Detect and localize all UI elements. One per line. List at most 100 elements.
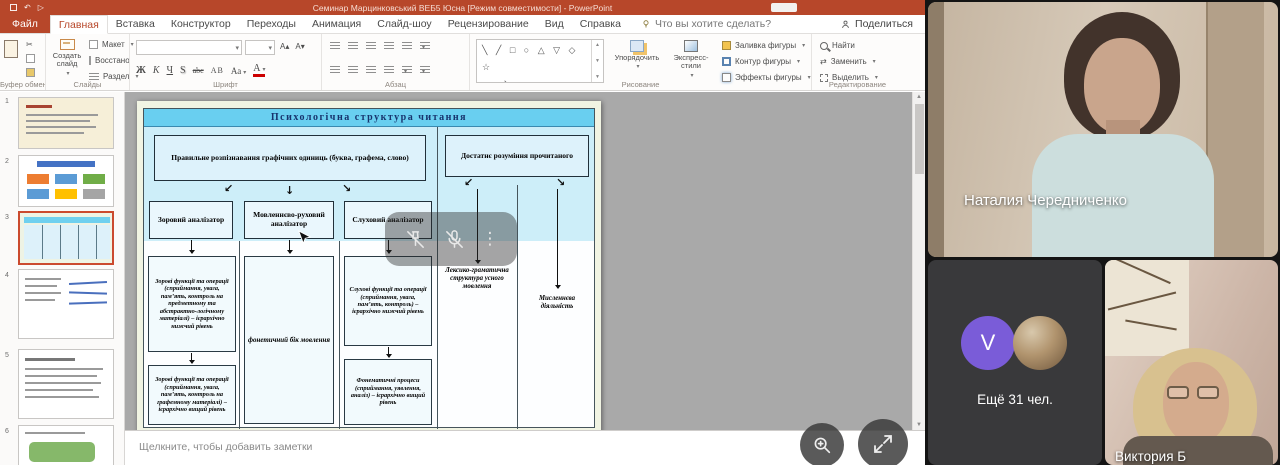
arrow-sw-icon: ↙ — [464, 177, 473, 188]
shapes-gallery[interactable]: ╲ ╱ □ ○ △ ▽ ◇ ☆ ↔ ⇄ ◦ ▸ ◂ ≡ • ▲ ▼ ▼ — [476, 39, 604, 83]
line-spacing-icon[interactable] — [402, 42, 412, 50]
slide-editor-area[interactable]: Психологічна структура читання Правильне… — [125, 92, 925, 430]
table-title: Психологічна структура читання — [144, 109, 594, 127]
video-background-door — [1206, 2, 1264, 257]
tab-help[interactable]: Справка — [572, 15, 629, 33]
slide-thumbnail-2[interactable] — [18, 155, 114, 207]
change-case-button[interactable]: Аа — [231, 66, 246, 76]
tab-file[interactable]: Файл — [0, 15, 50, 33]
column-divider — [239, 241, 240, 429]
font-size-select[interactable]: ▾ — [245, 40, 275, 55]
numbering-icon[interactable] — [348, 42, 358, 50]
participant-figure — [1163, 362, 1229, 444]
scrollbar-thumb[interactable] — [915, 104, 924, 174]
editor-column: Психологічна структура читання Правильне… — [125, 92, 925, 465]
reset-button[interactable]: Восстановить — [89, 56, 129, 65]
group-editing: Найти ⇄Заменить Выделить Редактирование — [812, 34, 903, 90]
branch-decoration — [1125, 320, 1177, 331]
grow-font-button[interactable]: А▴ — [280, 42, 289, 51]
copy-button[interactable] — [26, 54, 35, 63]
decrease-indent-icon[interactable] — [366, 42, 376, 50]
convert-smartart-icon[interactable] — [420, 66, 430, 74]
group-label-font: Шрифт — [130, 80, 321, 89]
slide-thumbnail-4[interactable] — [18, 269, 114, 339]
reset-label: Восстановить — [95, 56, 129, 65]
tell-me-search[interactable]: Что вы хотите сделать? — [629, 15, 771, 33]
align-right-icon[interactable] — [366, 66, 376, 74]
fullscreen-button[interactable] — [858, 419, 908, 465]
reading-structure-table: Психологічна структура читання Правильне… — [143, 108, 595, 428]
scroll-up-icon[interactable]: ▲ — [595, 42, 600, 48]
bold-button[interactable]: Ж — [136, 65, 146, 76]
more-participants-tile[interactable]: V Ещё 31 чел. — [928, 260, 1102, 465]
editor-scrollbar[interactable]: ▲ ▼ — [912, 92, 925, 430]
text-direction-icon[interactable] — [420, 42, 430, 50]
participant-video-secondary[interactable]: Виктория Б — [1105, 260, 1278, 465]
slide-thumbnail-6[interactable] — [18, 425, 114, 465]
columns-icon[interactable] — [402, 66, 412, 74]
paste-button[interactable] — [4, 40, 18, 58]
scroll-up-icon[interactable]: ▲ — [916, 94, 922, 100]
cut-button[interactable]: ✂ — [26, 40, 33, 49]
replace-icon: ⇄ — [820, 57, 827, 66]
notes-placeholder: Щелкните, чтобы добавить заметки — [139, 441, 312, 453]
participant-avatar-photo — [1013, 316, 1067, 370]
find-icon — [820, 42, 828, 50]
tab-animations[interactable]: Анимация — [304, 15, 369, 33]
shape-outline-button[interactable]: Контур фигуры — [722, 57, 800, 66]
scroll-down-icon[interactable]: ▼ — [595, 58, 600, 64]
text-shadow-button[interactable]: S — [180, 65, 186, 76]
quick-styles-button[interactable]: Экспресс-стили — [666, 40, 716, 79]
participant-video-main[interactable]: Наталия Чередниченко — [928, 2, 1278, 257]
shape-fill-button[interactable]: Заливка фигуры — [722, 41, 805, 50]
group-slides: Создать слайд Макет Восстановить Раздел … — [46, 34, 130, 90]
tab-insert[interactable]: Вставка — [108, 15, 163, 33]
shapes-gallery-scrollbar[interactable]: ▲ ▼ ▼ — [591, 40, 603, 82]
new-slide-button[interactable]: Создать слайд — [49, 39, 85, 77]
underline-button[interactable]: Ч — [167, 65, 174, 76]
justify-icon[interactable] — [384, 66, 394, 74]
bullets-icon[interactable] — [330, 42, 340, 50]
meeting-tiles-row: V Ещё 31 чел. Виктория Б — [928, 260, 1278, 465]
tab-home[interactable]: Главная — [50, 15, 108, 34]
flow-arrow — [388, 347, 389, 357]
replace-button[interactable]: ⇄Заменить — [820, 57, 876, 66]
slide-thumbnail-1[interactable] — [18, 97, 114, 149]
titlebar-account-button[interactable] — [771, 3, 797, 12]
font-color-button[interactable]: А — [253, 64, 265, 77]
more-options-icon[interactable]: ⋮ — [482, 229, 499, 249]
strikethrough-button[interactable]: abc — [193, 66, 204, 75]
tab-design[interactable]: Конструктор — [163, 15, 239, 33]
tab-transitions[interactable]: Переходы — [239, 15, 304, 33]
layout-label: Макет — [102, 40, 125, 49]
align-center-icon[interactable] — [348, 66, 358, 74]
pin-off-icon[interactable] — [404, 228, 427, 251]
shrink-font-button[interactable]: А▾ — [295, 42, 304, 51]
italic-button[interactable]: К — [153, 65, 160, 76]
slide-thumbnail-5[interactable] — [18, 349, 114, 419]
align-left-icon[interactable] — [330, 66, 340, 74]
find-button[interactable]: Найти — [820, 41, 855, 50]
character-spacing-button[interactable]: АВ — [211, 66, 224, 75]
arrow-se-icon: ↘ — [556, 177, 565, 188]
ribbon-tab-bar: Файл Главная Вставка Конструктор Переход… — [0, 15, 925, 34]
share-button[interactable]: Поделиться — [840, 15, 925, 33]
slide-thumbnail-3-selected[interactable] — [18, 211, 114, 265]
participant-name: Виктория Б — [1115, 449, 1186, 464]
tab-review[interactable]: Рецензирование — [440, 15, 537, 33]
tab-slideshow[interactable]: Слайд-шоу — [369, 15, 439, 33]
layout-button[interactable]: Макет — [89, 40, 134, 49]
zoom-button[interactable] — [800, 423, 844, 465]
group-drawing: ╲ ╱ □ ○ △ ▽ ◇ ☆ ↔ ⇄ ◦ ▸ ◂ ≡ • ▲ ▼ ▼ Упор… — [470, 34, 812, 90]
scroll-down-icon[interactable]: ▼ — [916, 422, 922, 428]
slide-canvas[interactable]: Психологічна структура читання Правильне… — [137, 101, 601, 430]
video-background — [928, 2, 944, 257]
participant-name: Наталия Чередниченко — [964, 192, 1127, 209]
mic-off-icon[interactable] — [443, 228, 466, 251]
increase-indent-icon[interactable] — [384, 42, 394, 50]
arrange-button[interactable]: Упорядочить — [610, 40, 664, 71]
arrow-sw-icon: ↙ — [224, 183, 233, 194]
tab-view[interactable]: Вид — [537, 15, 572, 33]
font-name-select[interactable]: ▾ — [136, 40, 242, 55]
format-painter-button[interactable] — [26, 68, 35, 77]
